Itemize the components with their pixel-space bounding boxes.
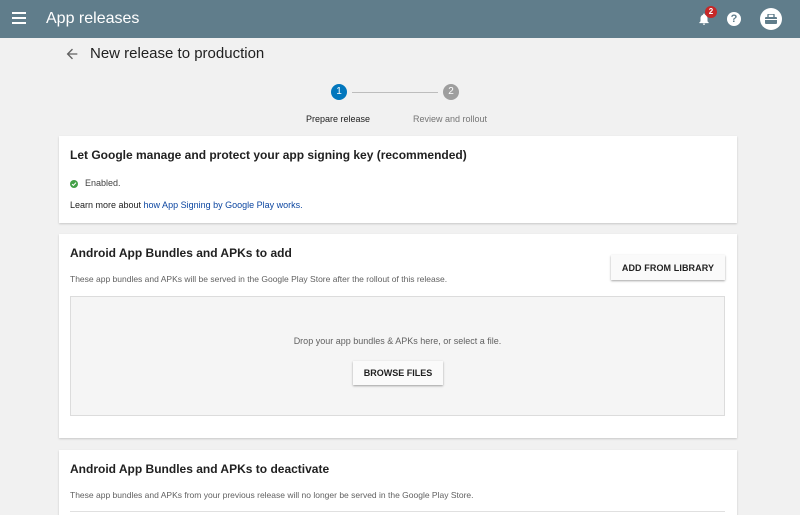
notification-badge: 2 (705, 6, 717, 18)
menu-icon[interactable] (12, 12, 26, 24)
enabled-text: Enabled. (85, 178, 121, 188)
add-from-library-button[interactable]: ADD FROM LIBRARY (611, 255, 725, 280)
browse-files-button[interactable]: BROWSE FILES (353, 361, 443, 385)
help-icon[interactable]: ? (727, 12, 741, 26)
learn-more-text: Learn more about how App Signing by Goog… (70, 200, 303, 211)
step-2-label: Review and rollout (413, 114, 488, 124)
app-bar: App releases 2 ? (0, 0, 800, 38)
app-signing-card: Let Google manage and protect your app s… (59, 136, 737, 223)
page-title: New release to production (90, 45, 265, 62)
drop-zone-text: Drop your app bundles & APKs here, or se… (293, 336, 502, 346)
app-title: App releases (46, 10, 140, 27)
check-circle-icon (70, 179, 78, 188)
app-signing-title: Let Google manage and protect your app s… (70, 148, 467, 162)
bundles-to-deactivate-description: These app bundles and APKs from your pre… (70, 490, 474, 500)
bundles-to-deactivate-title: Android App Bundles and APKs to deactiva… (70, 462, 330, 476)
step-1-label: Prepare release (306, 114, 371, 124)
stepper-connector (352, 92, 438, 93)
bundles-to-add-title: Android App Bundles and APKs to add (70, 246, 292, 260)
step-1-indicator: 1 (331, 84, 347, 100)
bundles-to-add-card: Android App Bundles and APKs to add Thes… (59, 234, 737, 438)
divider (70, 511, 725, 512)
bundles-to-add-description: These app bundles and APKs will be serve… (70, 274, 448, 284)
step-2-indicator: 2 (443, 84, 459, 100)
file-drop-zone[interactable]: Drop your app bundles & APKs here, or se… (70, 296, 725, 416)
learn-more-prefix: Learn more about (70, 200, 144, 210)
enabled-status: Enabled. (70, 178, 121, 189)
arrow-back-icon[interactable] (64, 46, 80, 62)
app-signing-help-link[interactable]: how App Signing by Google Play works. (144, 200, 303, 210)
bundles-to-deactivate-card: Android App Bundles and APKs to deactiva… (59, 450, 737, 515)
account-icon[interactable] (760, 8, 782, 30)
